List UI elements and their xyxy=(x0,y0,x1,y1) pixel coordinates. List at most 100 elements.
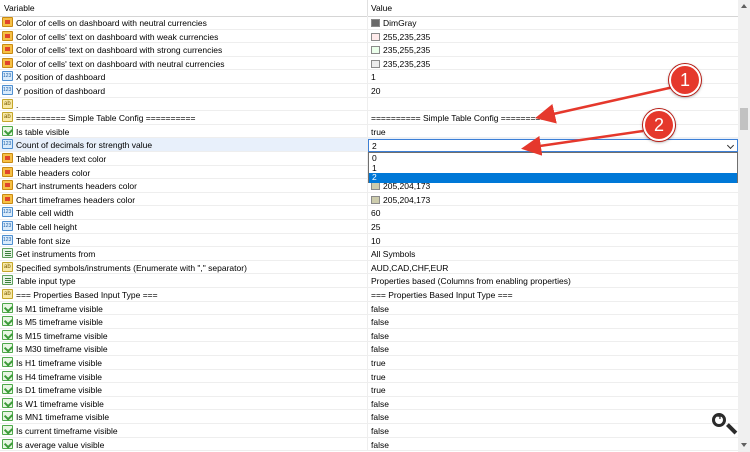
cell-divider xyxy=(367,233,368,247)
property-row[interactable]: Is current timeframe visible false xyxy=(0,424,738,438)
property-value[interactable]: 235,255,235 xyxy=(371,45,430,55)
property-value[interactable]: AUD,CAD,CHF,EUR xyxy=(371,263,448,273)
property-value[interactable]: 1 xyxy=(371,72,376,82)
property-value[interactable]: DimGray xyxy=(371,18,417,28)
color-type-icon xyxy=(2,17,13,27)
property-value[interactable]: true xyxy=(371,372,386,382)
str-type-icon xyxy=(2,98,13,109)
property-row[interactable]: Color of cells' text on dashboard with w… xyxy=(0,29,738,44)
dropdown-option[interactable]: 0 xyxy=(369,153,737,164)
scrollbar-thumb[interactable] xyxy=(740,108,748,130)
color-swatch[interactable] xyxy=(371,59,380,68)
vertical-scrollbar[interactable] xyxy=(738,0,750,452)
property-value[interactable]: 25 xyxy=(371,222,380,232)
property-value[interactable]: false xyxy=(371,399,389,409)
property-row[interactable]: Color of cells on dashboard with neutral… xyxy=(0,16,738,30)
property-value[interactable]: ========== Simple Table Config =========… xyxy=(371,113,550,123)
cell-divider xyxy=(367,342,368,356)
property-row[interactable]: Is H1 timeframe visible true xyxy=(0,356,738,370)
property-row[interactable]: Is MN1 timeframe visible false xyxy=(0,410,738,424)
grid-header: Variable Value xyxy=(0,0,738,17)
column-divider[interactable] xyxy=(367,0,368,16)
property-value[interactable]: false xyxy=(371,304,389,314)
property-value[interactable]: true xyxy=(371,358,386,368)
cell-divider xyxy=(367,29,368,43)
cell-divider xyxy=(367,16,368,29)
dropdown-option-highlighted[interactable]: 2 xyxy=(369,172,737,183)
property-value[interactable]: === Properties Based Input Type === xyxy=(371,290,513,300)
property-row[interactable]: Is D1 timeframe visible true xyxy=(0,383,738,397)
property-value[interactable]: false xyxy=(371,344,389,354)
property-row[interactable]: . xyxy=(0,97,738,112)
property-value[interactable]: 235,235,235 xyxy=(371,59,430,69)
property-value[interactable]: Properties based (Columns from enabling … xyxy=(371,276,571,286)
cell-divider xyxy=(367,288,368,301)
property-row[interactable]: Color of cells' text on dashboard with n… xyxy=(0,56,738,71)
property-value[interactable]: false xyxy=(371,440,389,450)
color-swatch[interactable] xyxy=(371,32,380,41)
property-row[interactable]: === Properties Based Input Type === === P… xyxy=(0,288,738,302)
property-value[interactable]: 20 xyxy=(371,86,380,96)
property-row[interactable]: Table cell width 60 xyxy=(0,206,738,220)
property-name: Get instruments from xyxy=(16,249,96,260)
property-row[interactable]: X position of dashboard 1 xyxy=(0,70,738,84)
property-row[interactable]: Is average value visible false xyxy=(0,437,738,452)
zoom-in-icon[interactable]: + xyxy=(705,409,741,443)
property-row[interactable]: ========== Simple Table Config =========… xyxy=(0,111,738,125)
property-value[interactable]: 10 xyxy=(371,236,380,246)
property-value-text: === Properties Based Input Type === xyxy=(371,290,513,300)
property-value[interactable]: All Symbols xyxy=(371,249,415,259)
property-name: Is average value visible xyxy=(16,439,105,450)
cell-divider xyxy=(367,424,368,437)
property-row[interactable]: Is M1 timeframe visible false xyxy=(0,301,738,316)
chevron-up-icon[interactable] xyxy=(741,4,747,8)
property-row[interactable]: Table input type Properties based (Column… xyxy=(0,274,738,288)
property-value[interactable]: 60 xyxy=(371,208,380,218)
property-value-text: 235,255,235 xyxy=(383,45,431,56)
decimals-dropdown[interactable]: 2 xyxy=(368,139,738,152)
property-row[interactable]: Is table visible true xyxy=(0,124,738,139)
property-row[interactable]: Table cell height 25 xyxy=(0,220,738,234)
property-name: X position of dashboard xyxy=(16,72,106,83)
dropdown-list: 0 1 2 xyxy=(368,152,738,183)
color-swatch[interactable] xyxy=(371,182,380,191)
property-value[interactable]: 255,235,235 xyxy=(371,32,430,42)
property-value[interactable]: false xyxy=(371,331,389,341)
property-row[interactable]: Is M30 timeframe visible false xyxy=(0,342,738,356)
cell-divider xyxy=(367,206,368,220)
chevron-down-icon[interactable] xyxy=(726,141,735,150)
property-value-text: Properties based (Columns from enabling … xyxy=(371,276,571,287)
property-row[interactable]: Chart timeframes headers color 205,204,17… xyxy=(0,192,738,207)
property-row[interactable]: Specified symbols/instruments (Enumerate… xyxy=(0,260,738,275)
property-value[interactable]: false xyxy=(371,412,389,422)
property-row[interactable]: Table font size 10 xyxy=(0,233,738,248)
property-value[interactable]: 205,204,173 xyxy=(371,195,430,205)
magnifier-handle xyxy=(726,423,738,435)
cell-divider xyxy=(367,437,368,451)
color-swatch[interactable] xyxy=(371,19,380,27)
property-value[interactable]: true xyxy=(371,385,386,395)
dropdown-option[interactable]: 1 xyxy=(369,163,737,174)
color-type-icon xyxy=(2,166,13,177)
str-type-icon xyxy=(2,289,13,299)
property-value[interactable]: false xyxy=(371,426,389,436)
cell-divider xyxy=(367,396,368,410)
color-swatch[interactable] xyxy=(371,195,380,204)
property-value[interactable]: true xyxy=(371,127,386,137)
property-row[interactable]: Is W1 timeframe visible false xyxy=(0,396,738,411)
color-swatch[interactable] xyxy=(371,46,380,55)
property-row[interactable]: Y position of dashboard 20 xyxy=(0,84,738,98)
property-row[interactable]: Is H4 timeframe visible true xyxy=(0,369,738,384)
property-row[interactable]: Get instruments from All Symbols xyxy=(0,247,738,261)
property-value[interactable]: false xyxy=(371,317,389,327)
chevron-down-icon[interactable] xyxy=(741,443,747,447)
property-value-text: 205,204,173 xyxy=(383,194,431,205)
bool-type-icon xyxy=(2,397,13,408)
property-row[interactable]: Color of cells' text on dashboard with s… xyxy=(0,43,738,57)
column-header-value[interactable]: Value xyxy=(371,3,392,13)
column-header-variable[interactable]: Variable xyxy=(4,3,35,13)
property-row[interactable]: Is M15 timeframe visible false xyxy=(0,328,738,343)
int-type-icon xyxy=(2,221,13,231)
bool-type-icon xyxy=(2,302,13,313)
property-row[interactable]: Is M5 timeframe visible false xyxy=(0,315,738,329)
